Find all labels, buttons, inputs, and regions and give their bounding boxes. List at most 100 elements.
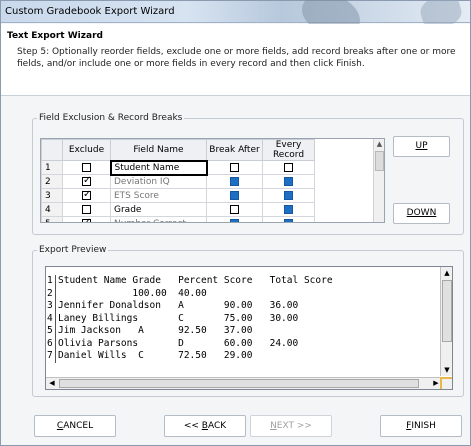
step-description: Step 5: Optionally reorder fields, exclu… — [17, 47, 456, 69]
col-header-exclude[interactable]: Exclude — [62, 139, 111, 161]
preview-line: 1 Student Name Grade Percent Score Total … — [46, 275, 440, 288]
every-record-checkbox[interactable] — [284, 176, 293, 186]
exclude-cell[interactable] — [62, 216, 111, 222]
break-after-cell[interactable] — [206, 216, 263, 222]
scroll-thumb[interactable] — [59, 379, 419, 388]
scroll-left-arrow-icon[interactable]: ◀ — [46, 378, 58, 389]
preview-line-number: 6 — [46, 337, 56, 350]
preview-line-text: Jennifer Donaldson A 90.00 36.00 — [58, 300, 299, 311]
scroll-up-arrow-icon[interactable]: ▲ — [441, 267, 452, 279]
every-record-cell[interactable] — [262, 160, 315, 175]
field-name-cell[interactable]: ETS Score — [110, 188, 207, 203]
col-header-break-after[interactable]: Break After — [206, 139, 263, 161]
next-button[interactable]: NEXT >> — [250, 415, 332, 437]
up-button[interactable]: UP — [393, 136, 450, 157]
break-after-cell[interactable] — [206, 188, 263, 203]
exclude-cell[interactable] — [62, 160, 111, 175]
break-after-checkbox[interactable] — [230, 176, 239, 186]
cancel-button[interactable]: CANCEL — [34, 415, 116, 437]
exclude-cell[interactable] — [62, 202, 111, 217]
exclude-checkbox[interactable] — [82, 189, 91, 200]
break-after-checkbox[interactable] — [230, 190, 239, 200]
preview-line: 6 Olivia Parsons D 60.00 24.00 — [46, 337, 440, 350]
wizard-header: Text Export Wizard Step 5: Optionally re… — [1, 24, 470, 96]
export-preview-box[interactable]: 1 Student Name Grade Percent Score Total … — [45, 266, 453, 390]
table-row[interactable]: 2 Deviation IQ — [41, 174, 315, 189]
preview-line-number: 1 — [46, 275, 56, 288]
preview-line-text: Olivia Parsons D 60.00 24.00 — [58, 337, 299, 349]
every-record-cell[interactable] — [262, 188, 315, 203]
down-button-label: DOWN — [406, 208, 437, 218]
back-button-label: << BACK — [183, 421, 227, 431]
scroll-thumb[interactable] — [375, 151, 384, 171]
resize-corner — [440, 377, 452, 389]
exclude-cell[interactable] — [62, 188, 111, 203]
row-number: 5 — [41, 216, 63, 222]
every-record-checkbox[interactable] — [284, 162, 293, 172]
field-name-cell[interactable]: Number Correct — [110, 216, 207, 222]
exclude-checkbox[interactable] — [82, 175, 91, 186]
preview-line: 5 Jim Jackson A 92.50 37.00 — [46, 325, 440, 338]
preview-line: 7 Daniel Wills C 72.50 29.00 — [46, 350, 440, 363]
preview-lines: 1 Student Name Grade Percent Score Total … — [46, 275, 440, 363]
break-after-checkbox[interactable] — [230, 162, 240, 172]
finish-button[interactable]: FINISH — [380, 415, 462, 437]
table-row[interactable]: 4 Grade — [41, 202, 315, 217]
row-number: 1 — [41, 160, 63, 175]
break-after-cell[interactable] — [206, 174, 263, 189]
preview-line-number: 3 — [46, 300, 56, 313]
every-record-checkbox[interactable] — [284, 190, 293, 200]
next-button-label: NEXT >> — [270, 421, 312, 431]
break-after-checkbox[interactable] — [230, 218, 239, 222]
window-title: Custom Gradebook Export Wizard — [5, 6, 175, 17]
preview-line-number: 2 — [46, 287, 56, 300]
scroll-down-arrow-icon[interactable]: ▼ — [441, 364, 452, 376]
preview-line: 4 Laney Billings C 75.00 30.00 — [46, 312, 440, 325]
preview-vertical-scrollbar[interactable]: ▲ ▼ — [440, 267, 452, 376]
preview-horizontal-scrollbar[interactable]: ◀ ▶ — [46, 377, 442, 389]
field-exclusion-legend: Field Exclusion & Record Breaks — [39, 113, 183, 123]
every-record-checkbox[interactable] — [284, 204, 293, 214]
scroll-thumb[interactable] — [442, 280, 452, 342]
table-row[interactable]: 5 Number Correct — [41, 216, 315, 222]
preview-line-text: Daniel Wills C 72.50 29.00 — [58, 350, 253, 361]
exclude-checkbox[interactable] — [82, 204, 91, 214]
down-button[interactable]: DOWN — [393, 203, 450, 224]
preview-line-text: Jim Jackson A 92.50 37.00 — [58, 325, 253, 336]
exclude-checkbox[interactable] — [81, 162, 91, 172]
table-row[interactable]: 3 ETS Score — [41, 188, 315, 203]
title-bar: Custom Gradebook Export Wizard — [1, 0, 470, 45]
cancel-button-label: CANCEL — [56, 421, 94, 431]
preview-line-number: 5 — [46, 325, 56, 338]
preview-line-number: 7 — [46, 350, 56, 363]
wizard-window: Custom Gradebook Export Wizard Text Expo… — [0, 0, 471, 446]
exclude-checkbox[interactable] — [82, 217, 91, 222]
preview-line-text: Laney Billings C 75.00 30.00 — [58, 312, 299, 324]
field-name-cell[interactable]: Grade — [110, 202, 207, 217]
field-name-cell[interactable]: Deviation IQ — [110, 174, 207, 189]
field-grid[interactable]: Exclude Field Name Break After Every Rec… — [40, 138, 385, 223]
preview-line-text: Student Name Grade Percent Score Total S… — [58, 275, 333, 286]
every-record-cell[interactable] — [262, 216, 315, 222]
every-record-checkbox[interactable] — [284, 218, 293, 222]
table-row[interactable]: 1 Student Name — [41, 159, 315, 176]
finish-button-label: FINISH — [406, 421, 436, 431]
field-name-cell[interactable]: Student Name — [109, 159, 208, 176]
col-header-field-name[interactable]: Field Name — [110, 139, 207, 161]
grid-scrollbar[interactable]: ▲ ▼ — [373, 139, 384, 222]
every-record-cell[interactable] — [262, 202, 315, 217]
back-button[interactable]: << BACK — [164, 415, 246, 437]
break-after-cell[interactable] — [206, 160, 263, 175]
preview-line: 2 100.00 40.00 — [46, 287, 440, 300]
row-number: 2 — [41, 174, 63, 189]
preview-line-text: 100.00 40.00 — [58, 287, 207, 299]
col-header-every-record[interactable]: Every Record — [262, 139, 315, 161]
row-number: 4 — [41, 202, 63, 217]
break-after-checkbox[interactable] — [230, 204, 239, 214]
every-record-cell[interactable] — [262, 174, 315, 189]
export-preview-legend: Export Preview — [39, 245, 107, 255]
scroll-up-arrow-icon[interactable]: ▲ — [374, 139, 384, 150]
break-after-cell[interactable] — [206, 202, 263, 217]
row-header-corner — [41, 139, 63, 161]
exclude-cell[interactable] — [62, 174, 111, 189]
